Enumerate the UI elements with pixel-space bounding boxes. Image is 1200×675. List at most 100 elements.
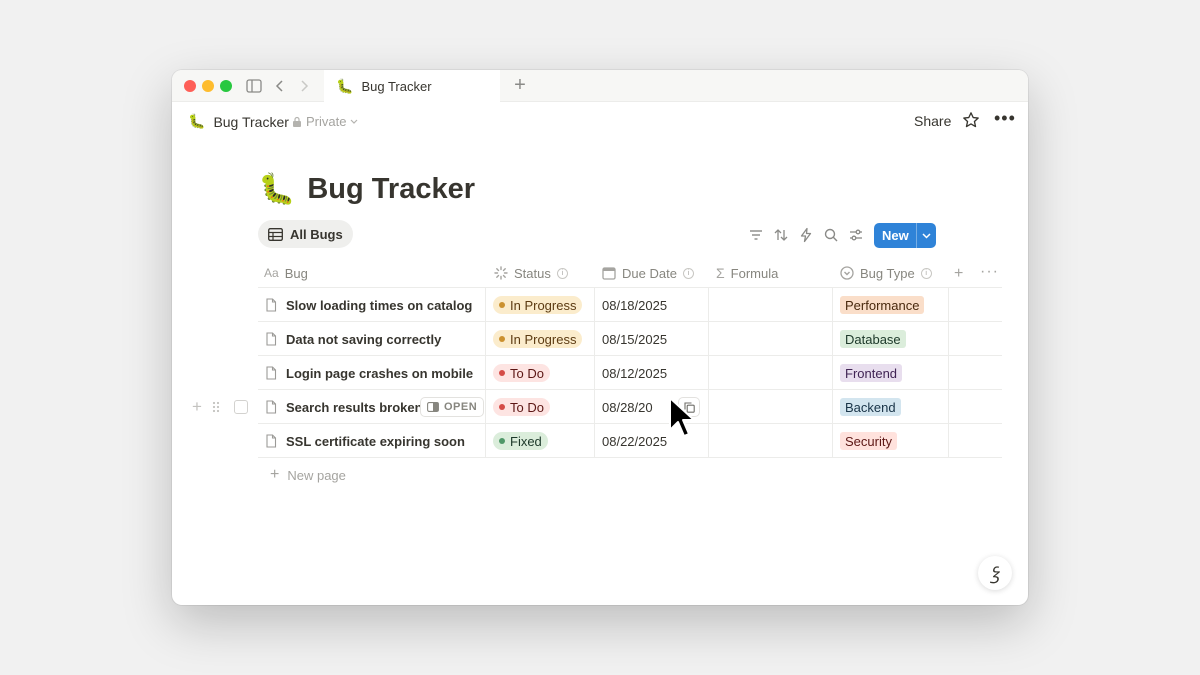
bug-type-cell[interactable]: Database bbox=[840, 322, 906, 356]
side-peek-icon bbox=[427, 402, 439, 412]
status-cell[interactable]: In Progress bbox=[493, 288, 583, 322]
bug-emoji-icon[interactable]: 🐛 bbox=[258, 172, 295, 207]
bug-type-tag: Frontend bbox=[840, 364, 903, 382]
new-page-label: New page bbox=[287, 467, 346, 483]
sort-icon[interactable] bbox=[773, 227, 789, 243]
calendar-icon bbox=[602, 267, 616, 280]
due-date-cell[interactable]: 08/15/2025 bbox=[594, 322, 667, 356]
bug-name: Slow loading times on catalog bbox=[286, 297, 473, 313]
minimize-window-button[interactable] bbox=[202, 80, 214, 92]
bug-type-cell[interactable]: Security bbox=[840, 424, 897, 458]
status-cell[interactable]: To Do bbox=[493, 356, 550, 390]
bug-table: Aa Bug Status i Due Date i Σ Formula Bug… bbox=[192, 258, 1002, 458]
table-icon bbox=[268, 227, 283, 241]
table-row[interactable]: Login page crashes on mobile To Do 08/12… bbox=[258, 356, 1002, 390]
app-window: 🐛 Bug Tracker + 🐛 Bug Tracker Private Sh… bbox=[172, 70, 1028, 605]
formula-cell[interactable] bbox=[708, 424, 832, 458]
breadcrumb[interactable]: 🐛 Bug Tracker bbox=[188, 113, 289, 130]
table-row[interactable]: Slow loading times on catalog In Progres… bbox=[258, 288, 1002, 322]
share-button[interactable]: Share bbox=[914, 113, 951, 129]
add-row-icon[interactable]: + bbox=[192, 390, 202, 424]
notion-ai-icon[interactable]: ꝣ bbox=[978, 556, 1012, 590]
status-cell[interactable]: To Do bbox=[493, 390, 550, 424]
status-cell[interactable]: Fixed bbox=[493, 424, 548, 458]
more-options-icon[interactable]: ··· bbox=[980, 263, 999, 281]
back-arrow-icon[interactable] bbox=[270, 76, 290, 96]
due-date-cell[interactable]: 08/12/2025 bbox=[594, 356, 667, 390]
new-tab-button[interactable]: + bbox=[510, 75, 530, 96]
document-icon bbox=[266, 298, 277, 312]
chevron-down-icon[interactable] bbox=[917, 232, 936, 239]
bug-type-cell[interactable]: Frontend bbox=[840, 356, 903, 390]
lock-icon bbox=[293, 116, 301, 127]
formula-cell[interactable] bbox=[708, 390, 832, 424]
forward-arrow-icon[interactable] bbox=[294, 76, 314, 96]
filter-icon[interactable] bbox=[748, 227, 764, 243]
bug-type-tag: Backend bbox=[840, 398, 901, 416]
table-row[interactable]: Data not saving correctly In Progress 08… bbox=[258, 322, 1002, 356]
due-date-cell[interactable]: 08/22/2025 bbox=[594, 424, 667, 458]
bug-cell[interactable]: Search results broken bbox=[264, 390, 423, 424]
bug-type-tag: Performance bbox=[840, 296, 925, 314]
view-tab-all-bugs[interactable]: All Bugs bbox=[258, 220, 353, 248]
bug-type-cell[interactable]: Backend bbox=[840, 390, 901, 424]
status-cell[interactable]: In Progress bbox=[493, 322, 583, 356]
column-header-bug[interactable]: Aa Bug bbox=[258, 258, 308, 288]
sidebar-toggle-icon[interactable] bbox=[244, 76, 264, 96]
bug-emoji-icon: 🐛 bbox=[188, 113, 206, 129]
info-icon[interactable]: i bbox=[920, 267, 932, 279]
column-header-bug-type[interactable]: Bug Type i bbox=[834, 258, 932, 288]
page-title-row: 🐛 Bug Tracker bbox=[258, 172, 475, 207]
due-date-value: 08/22/2025 bbox=[602, 433, 668, 449]
bug-type-cell[interactable]: Performance bbox=[840, 288, 925, 322]
table-row[interactable]: SSL certificate expiring soon Fixed 08/2… bbox=[258, 424, 1002, 458]
privacy-menu[interactable]: Private bbox=[292, 114, 358, 129]
column-header-status[interactable]: Status i bbox=[488, 258, 568, 288]
due-date-cell[interactable]: 08/18/2025 bbox=[594, 288, 667, 322]
column-label: Due Date bbox=[622, 265, 677, 281]
row-checkbox[interactable] bbox=[234, 400, 248, 414]
add-column-icon[interactable]: + bbox=[954, 265, 963, 283]
column-label: Bug Type bbox=[860, 265, 915, 281]
bug-cell[interactable]: SSL certificate expiring soon bbox=[264, 424, 465, 458]
close-window-button[interactable] bbox=[184, 80, 196, 92]
due-date-cell[interactable]: 08/28/20 bbox=[594, 390, 653, 424]
status-badge: To Do bbox=[493, 398, 550, 416]
formula-cell[interactable] bbox=[708, 322, 832, 356]
bug-name: Login page crashes on mobile bbox=[286, 365, 474, 381]
search-icon[interactable] bbox=[823, 227, 839, 243]
browser-tab[interactable]: 🐛 Bug Tracker bbox=[324, 70, 500, 102]
more-options-icon[interactable]: ••• bbox=[994, 109, 1016, 131]
view-tab-label: All Bugs bbox=[290, 226, 343, 242]
bug-cell[interactable]: Data not saving correctly bbox=[264, 322, 441, 356]
column-header-due-date[interactable]: Due Date i bbox=[596, 258, 694, 288]
bug-cell[interactable]: Slow loading times on catalog bbox=[264, 288, 472, 322]
bug-emoji-icon: 🐛 bbox=[336, 77, 354, 94]
star-icon[interactable] bbox=[962, 111, 982, 131]
plus-icon: + bbox=[270, 466, 280, 483]
table-row-hovered[interactable]: + Search results broken OPEN To Do 08/28… bbox=[192, 390, 1002, 424]
formula-cell[interactable] bbox=[708, 288, 832, 322]
new-record-button[interactable]: New bbox=[874, 223, 936, 248]
drag-handle-icon[interactable] bbox=[212, 390, 220, 424]
lightning-icon[interactable] bbox=[798, 227, 814, 243]
column-header-formula[interactable]: Σ Formula bbox=[710, 258, 778, 288]
status-label: To Do bbox=[510, 399, 544, 415]
document-icon bbox=[266, 400, 277, 414]
chevron-down-icon bbox=[351, 119, 358, 124]
maximize-window-button[interactable] bbox=[220, 80, 232, 92]
due-date-value: 08/15/2025 bbox=[602, 331, 668, 347]
formula-cell[interactable] bbox=[708, 356, 832, 390]
select-icon bbox=[840, 266, 854, 280]
settings-sliders-icon[interactable] bbox=[848, 227, 864, 243]
info-icon[interactable]: i bbox=[682, 267, 694, 279]
info-icon[interactable]: i bbox=[556, 267, 568, 279]
new-button-label: New bbox=[882, 228, 909, 243]
mouse-cursor-icon bbox=[669, 397, 695, 437]
page-title[interactable]: Bug Tracker bbox=[307, 173, 475, 206]
due-date-value: 08/28/20 bbox=[602, 399, 653, 415]
open-page-button[interactable]: OPEN bbox=[421, 398, 484, 416]
status-badge: In Progress bbox=[493, 330, 583, 348]
bug-cell[interactable]: Login page crashes on mobile bbox=[264, 356, 473, 390]
new-page-button[interactable]: + New page bbox=[270, 466, 346, 484]
